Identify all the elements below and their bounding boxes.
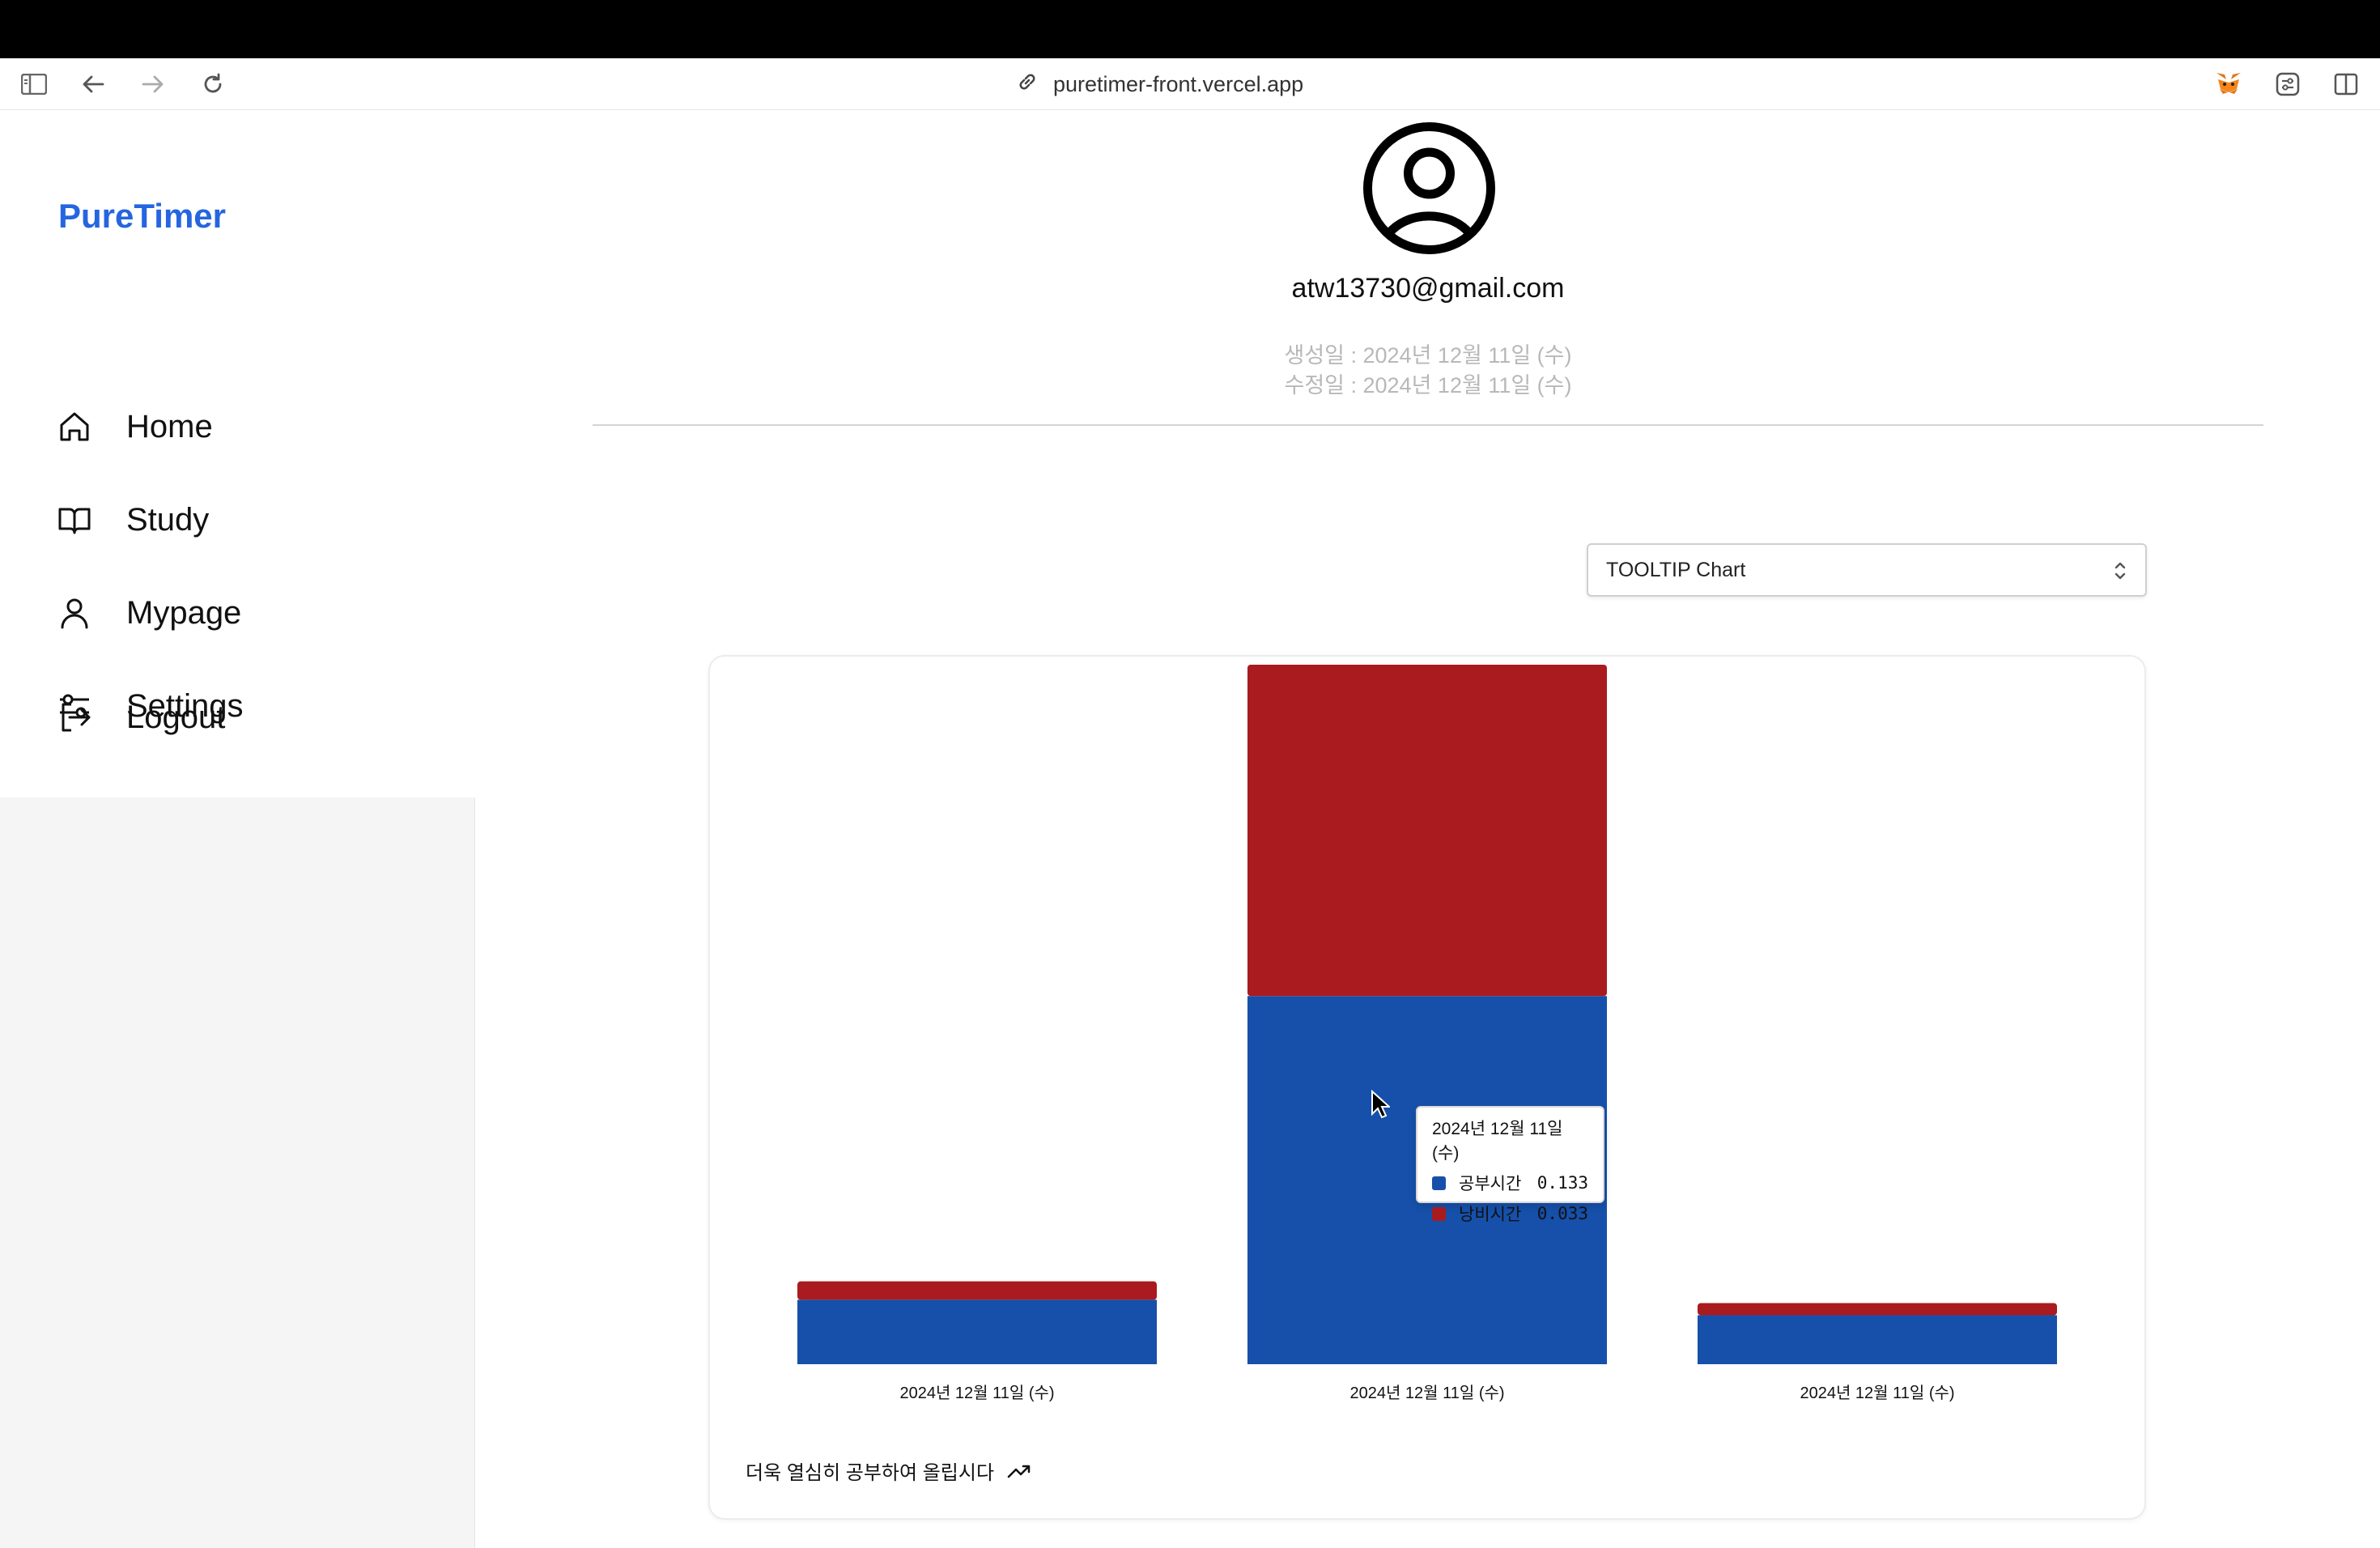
- user-icon: [61, 598, 88, 629]
- sidebar-item-label: Home: [126, 408, 213, 444]
- extension-settings-icon[interactable]: [2273, 70, 2302, 99]
- reload-icon[interactable]: [198, 70, 227, 99]
- avatar-icon: [1362, 121, 1496, 255]
- sidebar-item-label: Mypage: [126, 594, 242, 631]
- logout-icon: [62, 703, 91, 732]
- x-tick-label: 2024년 12월 11일 (수): [1800, 1384, 1954, 1402]
- study-swatch: [1432, 1176, 1446, 1190]
- tooltip-value: 0.033: [1536, 1204, 1588, 1223]
- mouse-pointer-icon: [1371, 1089, 1392, 1123]
- sidebar: PureTimer Home Study Mypage Settings: [0, 111, 475, 1548]
- stacked-bar-chart: 2024년 12월 11일 (수) 2024년 12월 11일 (수) 2024년 …: [797, 665, 2057, 1402]
- sidebar-toggle-icon[interactable]: [19, 70, 49, 99]
- bar-segment-waste[interactable]: [1247, 665, 1607, 997]
- split-view-icon[interactable]: [2331, 70, 2361, 99]
- url-text: puretimer-front.vercel.app: [1053, 71, 1304, 96]
- sidebar-item-label: Logout: [126, 699, 226, 735]
- bar-segment-waste[interactable]: [1698, 1303, 2057, 1316]
- tooltip-row: 공부시간 0.133: [1432, 1171, 1588, 1195]
- chart-type-value: TOOLTIP Chart: [1606, 558, 1746, 581]
- bar-segment-study[interactable]: [1698, 1315, 2057, 1364]
- chart-footer: 더욱 열심히 공부하여 올립시다: [746, 1457, 1031, 1485]
- brand-logo[interactable]: PureTimer: [58, 197, 226, 236]
- bar-segment-study[interactable]: [797, 1299, 1157, 1364]
- divider: [593, 424, 2263, 426]
- back-arrow-icon[interactable]: [79, 70, 108, 99]
- tooltip-label: 공부시간: [1459, 1175, 1522, 1193]
- bar-segment-waste[interactable]: [797, 1281, 1157, 1300]
- forward-arrow-icon[interactable]: [138, 70, 168, 99]
- x-tick-label: 2024년 12월 11일 (수): [1349, 1384, 1504, 1402]
- sidebar-item-logout[interactable]: Logout: [57, 689, 225, 746]
- trending-up-icon: [1007, 1465, 1031, 1478]
- chart-type-select[interactable]: TOOLTIP Chart: [1587, 543, 2147, 597]
- sidebar-item-label: Study: [126, 501, 210, 538]
- address-bar[interactable]: puretimer-front.vercel.app: [1016, 66, 1303, 102]
- tooltip-label: 낭비시간: [1459, 1206, 1522, 1224]
- chart-footer-text: 더욱 열심히 공부하여 올립시다: [746, 1462, 995, 1484]
- link-icon: [1016, 70, 1039, 99]
- tooltip-value: 0.133: [1536, 1173, 1588, 1193]
- metamask-extension-icon[interactable]: [2214, 70, 2243, 99]
- profile-email: atw13730@gmail.com: [1291, 273, 1565, 304]
- main-content: atw13730@gmail.com 생성일 : 2024년 12월 11일 (…: [476, 111, 2380, 1548]
- home-icon: [60, 412, 89, 441]
- system-menu-bar: [0, 0, 2380, 58]
- waste-swatch: [1432, 1206, 1446, 1221]
- chart-tooltip: 2024년 12월 11일 (수) 공부시간 0.133 낭비시간 0.033: [1416, 1106, 1604, 1224]
- modified-date: 수정일 : 2024년 12월 11일 (수): [1284, 373, 1572, 398]
- x-tick-label: 2024년 12월 11일 (수): [899, 1384, 1054, 1402]
- tooltip-row: 낭비시간 0.033: [1432, 1201, 1588, 1226]
- sidebar-item-home[interactable]: Home: [57, 398, 213, 455]
- sidebar-item-study[interactable]: Study: [57, 491, 209, 548]
- tooltip-title: 2024년 12월 11일 (수): [1432, 1120, 1563, 1163]
- sidebar-item-mypage[interactable]: Mypage: [57, 585, 241, 641]
- created-date: 생성일 : 2024년 12월 11일 (수): [1284, 343, 1572, 368]
- chevron-updown-icon: [2113, 559, 2127, 588]
- book-icon: [58, 508, 91, 534]
- browser-toolbar: puretimer-front.vercel.app: [0, 58, 2380, 110]
- chart-card: 2024년 12월 11일 (수) 2024년 12월 11일 (수) 2024년 …: [708, 655, 2146, 1520]
